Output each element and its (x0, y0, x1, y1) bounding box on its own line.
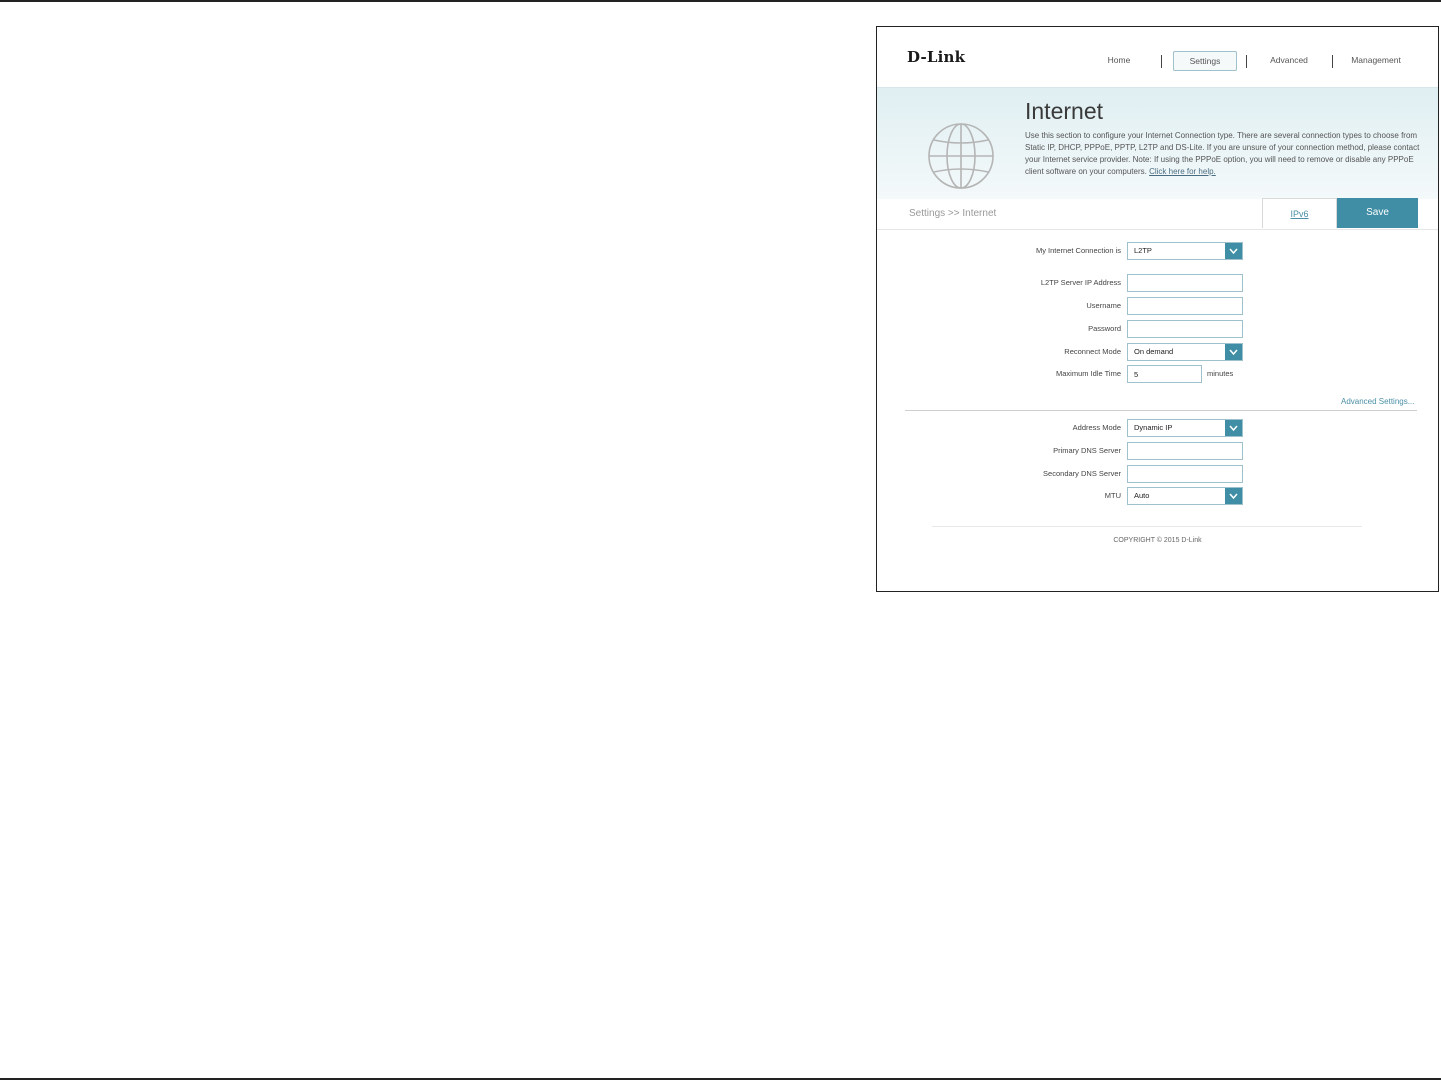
secondary-dns-input[interactable] (1127, 465, 1243, 483)
help-link[interactable]: Click here for help. (1149, 167, 1216, 176)
idle-time-unit: minutes (1207, 369, 1234, 378)
password-row: Password (877, 320, 1438, 338)
reconnect-mode-select[interactable]: On demand (1127, 343, 1243, 361)
page-top-rule (0, 0, 1441, 2)
footer-copyright: COPYRIGHT © 2015 D-Link (1113, 537, 1202, 544)
username-input[interactable] (1127, 297, 1243, 315)
description-text: Use this section to configure your Inter… (1025, 131, 1420, 176)
server-ip-row: L2TP Server IP Address (877, 274, 1438, 292)
connection-type-label: My Internet Connection is (1035, 246, 1121, 255)
mtu-label: MTU (1104, 491, 1121, 500)
nav-settings[interactable]: Settings (1173, 51, 1237, 71)
router-ui-screenshot: D-Link Home Settings Advanced Management… (876, 26, 1439, 592)
server-ip-label: L2TP Server IP Address (1040, 278, 1121, 287)
page-description: Use this section to configure your Inter… (1025, 130, 1420, 178)
chevron-down-icon (1225, 344, 1242, 360)
server-ip-input[interactable] (1127, 274, 1243, 292)
nav-separator (1246, 55, 1247, 68)
ipv6-tab[interactable]: IPv6 (1262, 198, 1337, 228)
mtu-value: Auto (1134, 491, 1150, 500)
reconnect-mode-row: Reconnect Mode On demand (877, 343, 1438, 361)
page-bottom-rule (0, 1078, 1441, 1080)
primary-dns-input[interactable] (1127, 442, 1243, 460)
nav-home[interactable]: Home (1099, 51, 1139, 69)
primary-dns-row: Primary DNS Server (877, 442, 1438, 460)
nav-separator (1332, 55, 1333, 68)
section-divider (905, 410, 1417, 411)
secondary-dns-row: Secondary DNS Server (877, 465, 1438, 483)
chevron-down-icon (1225, 488, 1242, 504)
chevron-down-icon (1225, 243, 1242, 259)
address-mode-label: Address Mode (1072, 423, 1121, 432)
reconnect-mode-label: Reconnect Mode (1064, 347, 1121, 356)
mtu-select[interactable]: Auto (1127, 487, 1243, 505)
mtu-row: MTU Auto (877, 487, 1438, 505)
reconnect-mode-value: On demand (1134, 347, 1174, 356)
address-mode-select[interactable]: Dynamic IP (1127, 419, 1243, 437)
idle-time-input[interactable] (1127, 365, 1202, 383)
secondary-dns-label: Secondary DNS Server (1043, 469, 1121, 478)
top-nav: Home Settings Advanced Management (877, 51, 1438, 73)
nav-management[interactable]: Management (1345, 51, 1407, 69)
breadcrumb-bar: Settings >> Internet IPv6 Save (877, 198, 1438, 230)
globe-icon (928, 123, 994, 189)
nav-advanced[interactable]: Advanced (1263, 51, 1315, 69)
primary-dns-label: Primary DNS Server (1053, 446, 1121, 455)
save-button[interactable]: Save (1337, 198, 1418, 228)
connection-type-row: My Internet Connection is L2TP (877, 242, 1438, 260)
address-mode-row: Address Mode Dynamic IP (877, 419, 1438, 437)
password-input[interactable] (1127, 320, 1243, 338)
connection-type-value: L2TP (1134, 246, 1152, 255)
breadcrumb: Settings >> Internet (909, 208, 997, 219)
advanced-settings-link[interactable]: Advanced Settings... (1341, 397, 1414, 406)
footer-divider (932, 526, 1362, 527)
idle-time-label: Maximum Idle Time (1055, 369, 1121, 378)
chevron-down-icon (1225, 420, 1242, 436)
password-label: Password (1088, 324, 1121, 333)
nav-separator (1161, 55, 1162, 68)
username-row: Username (877, 297, 1438, 315)
username-label: Username (1086, 301, 1121, 310)
page-banner: Internet Use this section to configure y… (877, 87, 1438, 200)
connection-type-select[interactable]: L2TP (1127, 242, 1243, 260)
address-mode-value: Dynamic IP (1134, 423, 1173, 432)
idle-time-row: Maximum Idle Time minutes (877, 365, 1438, 383)
page-title: Internet (1025, 98, 1103, 124)
